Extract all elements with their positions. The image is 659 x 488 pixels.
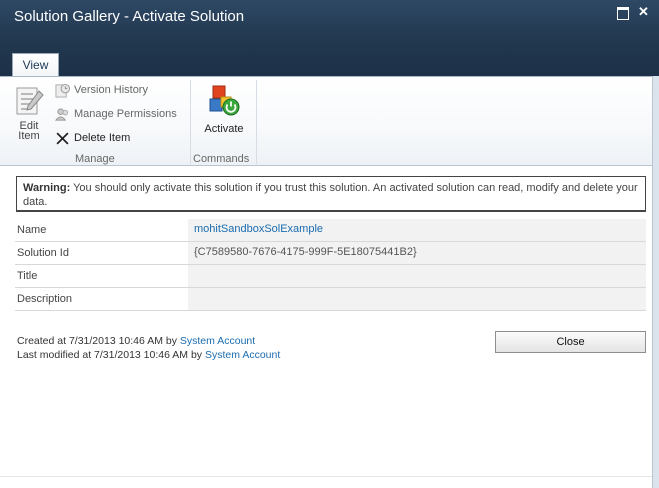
field-row-description: Description xyxy=(15,288,646,311)
delete-item-button[interactable]: Delete Item xyxy=(54,129,130,147)
version-history-label: Version History xyxy=(74,84,148,96)
edit-item-icon xyxy=(16,87,44,115)
version-history-icon xyxy=(54,82,70,98)
created-text: Created at 7/31/2013 10:46 AM by xyxy=(17,335,180,347)
modified-by-link[interactable]: System Account xyxy=(205,349,280,361)
field-row-title: Title xyxy=(15,265,646,288)
group-divider xyxy=(190,80,191,164)
field-row-name: Name mohitSandboxSolExample xyxy=(15,219,646,242)
delete-item-label: Delete Item xyxy=(74,132,131,144)
warning-box: Warning: You should only activate this s… xyxy=(16,176,646,212)
dialog-title: Solution Gallery - Activate Solution xyxy=(14,8,245,25)
maximize-icon[interactable] xyxy=(616,6,629,20)
tab-view[interactable]: View xyxy=(12,53,59,76)
solution-name-link[interactable]: mohitSandboxSolExample xyxy=(188,219,646,241)
modified-text: Last modified at 7/31/2013 10:46 AM by xyxy=(17,349,205,361)
warning-text: You should only activate this solution i… xyxy=(23,182,638,208)
item-metadata: Created at 7/31/2013 10:46 AM by System … xyxy=(17,334,280,362)
field-value xyxy=(188,288,646,310)
manage-permissions-button[interactable]: Manage Permissions xyxy=(54,105,177,123)
field-label: Title xyxy=(17,270,38,282)
close-icon[interactable]: ✕ xyxy=(637,5,650,18)
modified-info: Last modified at 7/31/2013 10:46 AM by S… xyxy=(17,348,280,362)
activate-label: Activate xyxy=(204,123,244,135)
manage-group-label: Manage xyxy=(75,153,115,165)
field-value: {C7589580-7676-4175-999F-5E18075441B2} xyxy=(188,242,646,264)
manage-permissions-label: Manage Permissions xyxy=(74,108,177,120)
activate-button[interactable]: Activate xyxy=(202,83,246,135)
created-by-link[interactable]: System Account xyxy=(180,335,255,347)
activate-icon xyxy=(209,85,240,116)
field-value xyxy=(188,265,646,287)
ribbon: Edit Item Version History Manage Permiss… xyxy=(0,76,652,166)
window-frame-right xyxy=(652,76,659,488)
delete-icon xyxy=(54,130,70,146)
properties-table: Name mohitSandboxSolExample Solution Id … xyxy=(15,219,646,311)
title-bar: Solution Gallery - Activate Solution ✕ xyxy=(0,0,659,88)
edit-item-button[interactable]: Edit Item xyxy=(11,85,47,142)
group-divider xyxy=(256,80,257,164)
warning-label: Warning: xyxy=(23,182,71,194)
field-label: Solution Id xyxy=(17,247,69,259)
version-history-button[interactable]: Version History xyxy=(54,81,148,99)
commands-group-label: Commands xyxy=(193,153,250,165)
permissions-icon xyxy=(54,106,70,122)
window-frame-bottom xyxy=(0,476,652,488)
created-info: Created at 7/31/2013 10:46 AM by System … xyxy=(17,334,280,348)
field-label: Description xyxy=(17,293,73,305)
field-row-solution-id: Solution Id {C7589580-7676-4175-999F-5E1… xyxy=(15,242,646,265)
field-label: Name xyxy=(17,224,47,236)
edit-item-label-2: Item xyxy=(18,130,40,142)
close-button[interactable]: Close xyxy=(495,331,646,353)
